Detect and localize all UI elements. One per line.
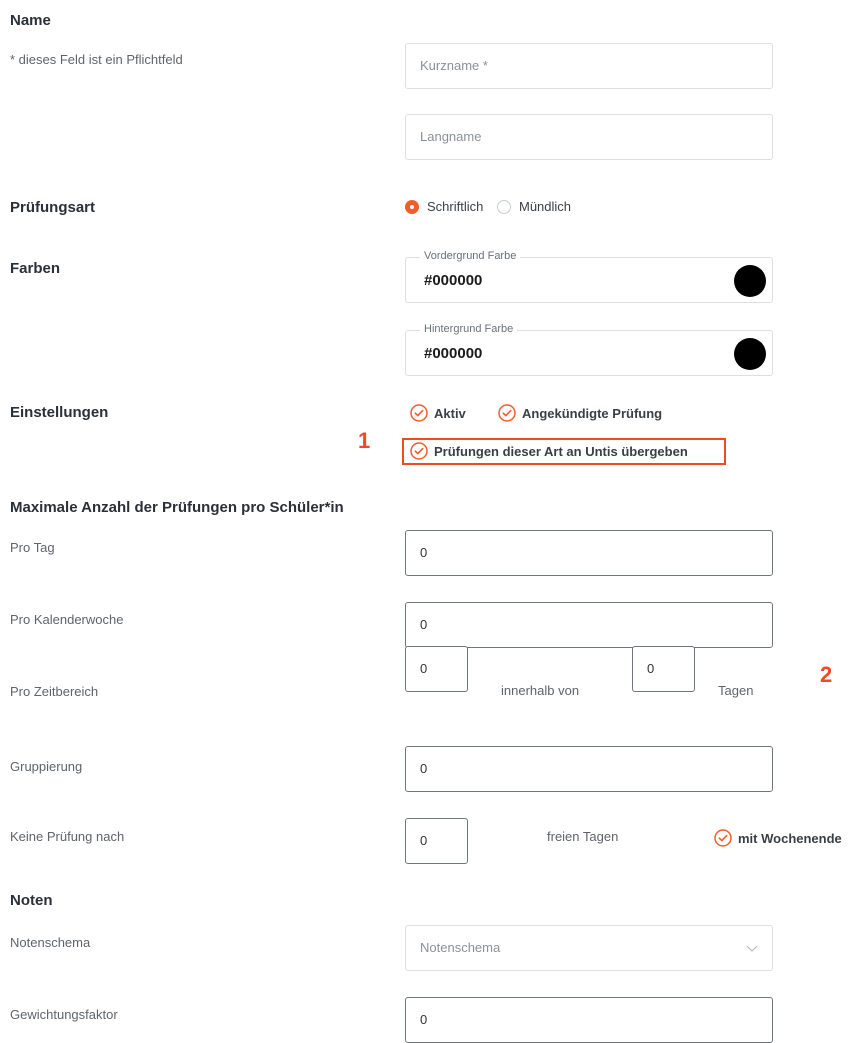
pro-zeitbereich-input[interactable]: 0 — [405, 646, 468, 692]
notenschema-label: Notenschema — [10, 935, 91, 950]
section-title-noten: Noten — [10, 892, 53, 909]
radio-selected-icon — [405, 199, 419, 214]
checkbox-mit-wochenende[interactable]: mit Wochenende — [714, 829, 842, 852]
hintergrund-farbe-label: Hintergrund Farbe — [420, 323, 518, 335]
mit-wochenende-label: mit Wochenende — [738, 830, 842, 846]
checkbox-angekuendigt-label: Angekündigte Prüfung — [522, 405, 663, 421]
pro-tag-value: 0 — [420, 545, 428, 560]
check-circle-icon — [714, 829, 732, 847]
pro-kalenderwoche-label: Pro Kalenderwoche — [10, 612, 124, 627]
hintergrund-color-swatch[interactable] — [734, 338, 766, 370]
innerhalb-von-label: innerhalb von — [501, 683, 580, 698]
keine-pruefung-label: Keine Prüfung nach — [10, 829, 125, 844]
section-title-einstellungen: Einstellungen — [10, 404, 109, 421]
annotation-marker-2: 2 — [820, 662, 833, 687]
pro-zeitbereich-value: 0 — [420, 661, 428, 676]
gewichtungsfaktor-value: 0 — [420, 1012, 428, 1027]
tage-value: 0 — [647, 661, 655, 676]
check-circle-icon — [498, 404, 516, 422]
gewichtungsfaktor-input[interactable]: 0 — [405, 997, 773, 1043]
checkbox-aktiv[interactable]: Aktiv — [410, 404, 466, 427]
radio-unselected-icon — [496, 199, 511, 214]
notenschema-select[interactable]: Notenschema — [405, 925, 773, 971]
checkbox-angekuendigt[interactable]: Angekündigte Prüfung — [498, 404, 662, 427]
required-hint: * dieses Feld ist ein Pflichtfeld — [10, 52, 183, 67]
vordergrund-farbe-field[interactable]: Vordergrund Farbe #000000 — [405, 250, 773, 303]
gruppierung-input[interactable]: 0 — [405, 746, 773, 792]
kurzname-placeholder: Kurzname * — [420, 58, 488, 73]
checkbox-untis[interactable]: Prüfungen dieser Art an Untis übergeben — [410, 442, 688, 465]
gruppierung-label: Gruppierung — [10, 759, 83, 774]
pruefungsart-radio-group: Schriftlich Mündlich — [405, 199, 571, 217]
vordergrund-color-swatch[interactable] — [734, 265, 766, 297]
tage-input[interactable]: 0 — [632, 646, 695, 692]
radio-schriftlich[interactable]: Schriftlich — [405, 199, 483, 214]
checkbox-untis-label: Prüfungen dieser Art an Untis übergeben — [434, 443, 688, 459]
gewichtungsfaktor-label: Gewichtungsfaktor — [10, 1007, 118, 1022]
freien-tagen-label: freien Tagen — [547, 829, 619, 844]
hintergrund-farbe-value: #000000 — [424, 345, 483, 362]
notenschema-placeholder: Notenschema — [420, 940, 501, 955]
section-title-maximale: Maximale Anzahl der Prüfungen pro Schüle… — [10, 499, 344, 516]
pro-kalenderwoche-value: 0 — [420, 617, 428, 632]
langname-input[interactable]: Langname — [405, 114, 773, 160]
chevron-down-icon — [746, 945, 758, 952]
annotation-marker-1: 1 — [358, 428, 371, 453]
check-circle-icon — [410, 404, 428, 422]
pro-tag-input[interactable]: 0 — [405, 530, 773, 576]
section-title-name: Name — [10, 12, 51, 29]
vordergrund-farbe-value: #000000 — [424, 272, 483, 289]
vordergrund-farbe-label: Vordergrund Farbe — [420, 250, 521, 262]
section-title-pruefungsart: Prüfungsart — [10, 199, 96, 216]
keine-pruefung-value: 0 — [420, 833, 428, 848]
section-title-farben: Farben — [10, 260, 61, 277]
langname-placeholder: Langname — [420, 129, 482, 144]
pro-kalenderwoche-input[interactable]: 0 — [405, 602, 773, 648]
check-circle-icon — [410, 442, 428, 460]
hintergrund-farbe-field[interactable]: Hintergrund Farbe #000000 — [405, 323, 773, 376]
pro-tag-label: Pro Tag — [10, 540, 55, 555]
radio-muendlich[interactable]: Mündlich — [496, 199, 572, 214]
checkbox-aktiv-label: Aktiv — [434, 405, 466, 421]
tagen-label: Tagen — [718, 683, 754, 698]
kurzname-input[interactable]: Kurzname * — [405, 43, 773, 89]
radio-muendlich-label: Mündlich — [518, 199, 572, 214]
gruppierung-value: 0 — [420, 761, 428, 776]
pro-zeitbereich-label: Pro Zeitbereich — [10, 684, 99, 699]
radio-schriftlich-label: Schriftlich — [427, 199, 484, 214]
keine-pruefung-input[interactable]: 0 — [405, 818, 468, 864]
